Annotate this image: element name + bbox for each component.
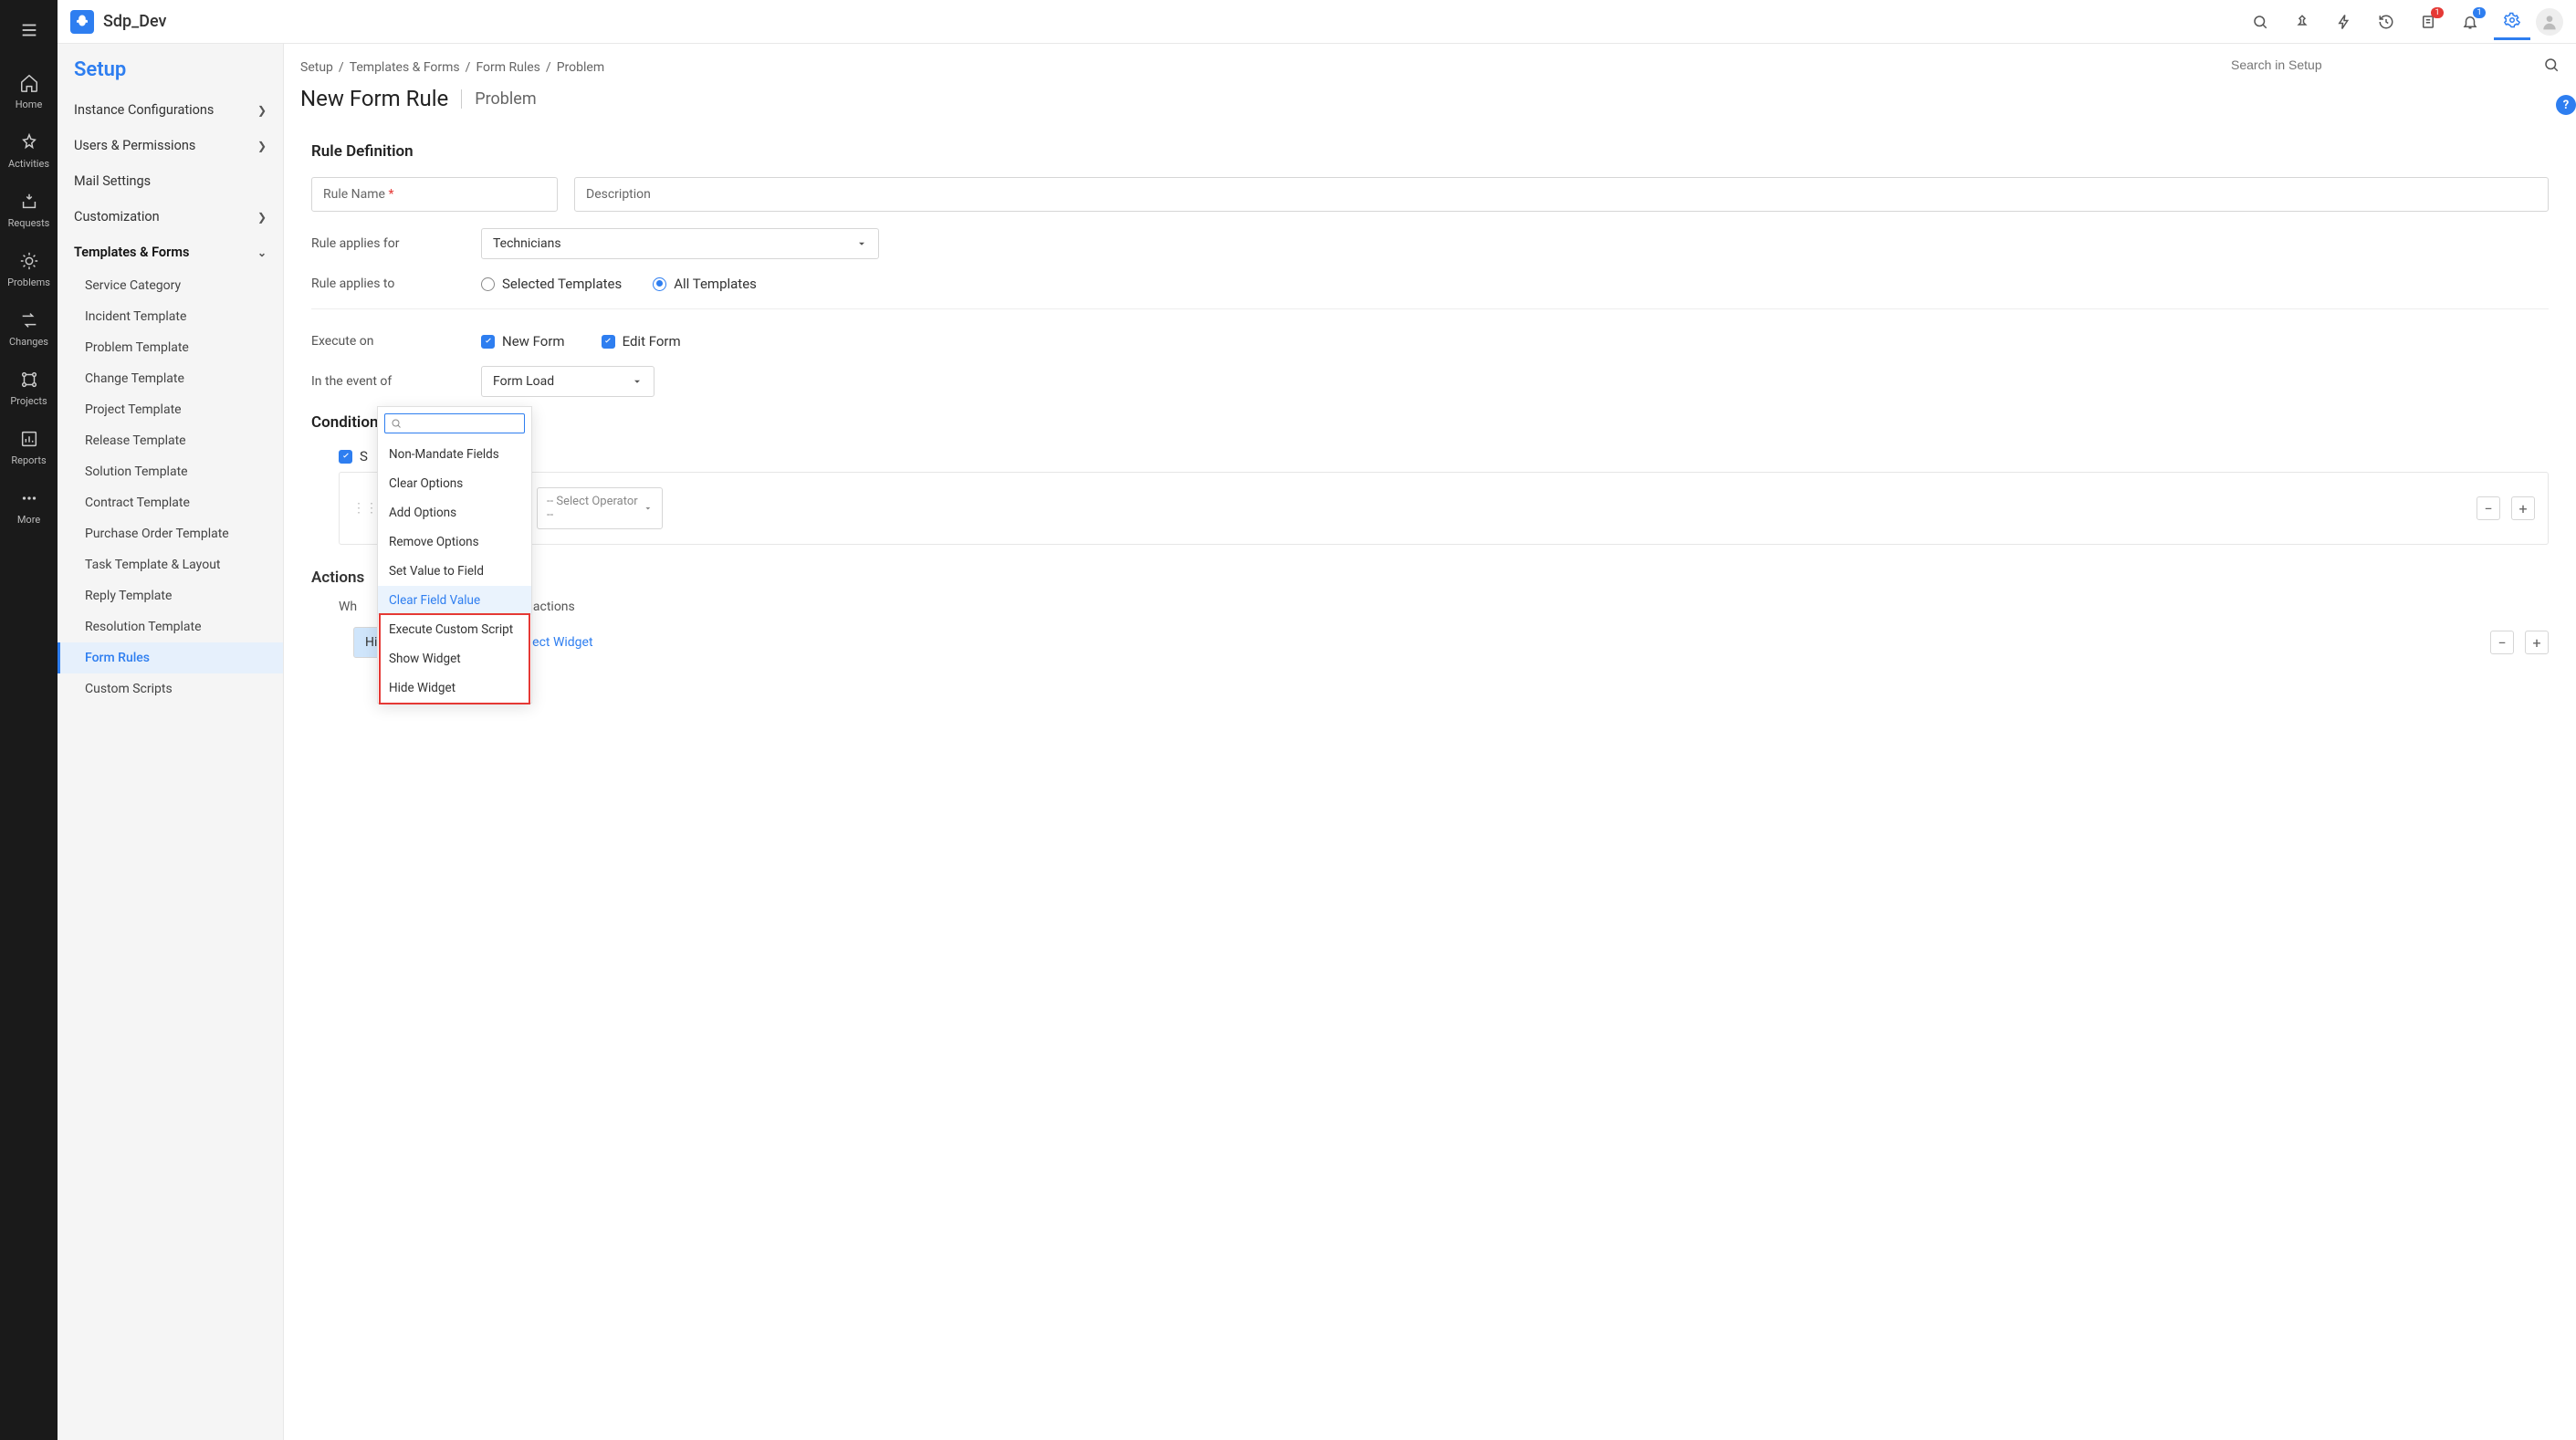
bell-badge: 1 <box>2473 7 2486 18</box>
nav-requests[interactable]: Requests <box>0 181 58 240</box>
checkbox-edit-form[interactable]: Edit Form <box>602 333 681 350</box>
help-button[interactable]: ? <box>2556 95 2576 115</box>
dropdown-item-non-mandate-fields[interactable]: Non-Mandate Fields <box>378 440 531 469</box>
dropdown-item-show-widget[interactable]: Show Widget <box>378 644 531 673</box>
sidebar-sub-task-template-layout[interactable]: Task Template & Layout <box>58 549 283 580</box>
breadcrumb: Setup / Templates & Forms / Form Rules /… <box>300 60 2560 75</box>
remove-action-button[interactable]: − <box>2490 631 2514 654</box>
sidebar-sub-problem-template[interactable]: Problem Template <box>58 332 283 363</box>
sidebar-sub-reply-template[interactable]: Reply Template <box>58 580 283 611</box>
sidebar-sub-project-template[interactable]: Project Template <box>58 394 283 425</box>
search-setup-input[interactable] <box>2231 57 2534 72</box>
dropdown-item-set-value-to-field[interactable]: Set Value to Field <box>378 557 531 586</box>
description-input[interactable]: Description <box>574 177 2549 212</box>
checkbox-condition-set[interactable]: S <box>339 448 368 464</box>
nav-home[interactable]: Home <box>0 62 58 121</box>
conditions-block: ⋮⋮ -- Select Operator -- − + <box>339 472 2549 545</box>
chevron-right-icon: ❯ <box>257 140 267 152</box>
nav-changes[interactable]: Changes <box>0 299 58 359</box>
radio-selected-templates[interactable]: Selected Templates <box>481 276 622 292</box>
action-row: Hide Widget Select Widget − + <box>353 627 2549 658</box>
drag-handle-icon[interactable]: ⋮⋮ <box>352 501 378 516</box>
gear-icon[interactable] <box>2494 4 2530 40</box>
action-dropdown: Non-Mandate FieldsClear OptionsAdd Optio… <box>377 406 532 704</box>
event-label: In the event of <box>311 374 481 389</box>
sidebar-sub-form-rules[interactable]: Form Rules <box>58 642 283 673</box>
brand[interactable]: Sdp_Dev <box>70 10 166 34</box>
rule-name-input[interactable]: Rule Name * <box>311 177 558 212</box>
page-title: New Form Rule Problem <box>300 86 2560 111</box>
nav-activities[interactable]: Activities <box>0 121 58 181</box>
search-icon <box>2543 57 2560 73</box>
pin-icon[interactable] <box>2284 4 2320 40</box>
hamburger-icon[interactable] <box>19 11 39 62</box>
add-action-button[interactable]: + <box>2525 631 2549 654</box>
dropdown-item-clear-field-value[interactable]: Clear Field Value <box>378 586 531 615</box>
operator-select[interactable]: -- Select Operator -- <box>537 487 663 529</box>
dropdown-search[interactable] <box>378 407 531 440</box>
sidebar-customization[interactable]: Customization❯ <box>58 199 283 235</box>
chevron-down-icon <box>644 504 653 513</box>
setup-sidebar: Setup Instance Configurations❯ Users & P… <box>58 44 284 1440</box>
avatar[interactable] <box>2536 8 2563 36</box>
sidebar-sub-purchase-order-template[interactable]: Purchase Order Template <box>58 518 283 549</box>
sidebar-users-permissions[interactable]: Users & Permissions❯ <box>58 128 283 163</box>
radio-all-templates[interactable]: All Templates <box>653 276 757 292</box>
sidebar-sub-release-template[interactable]: Release Template <box>58 425 283 456</box>
condition-row: ⋮⋮ -- Select Operator -- − + <box>340 473 2548 544</box>
dropdown-item-add-options[interactable]: Add Options <box>378 498 531 527</box>
section-actions: Actions <box>311 569 2549 587</box>
sidebar-sub-solution-template[interactable]: Solution Template <box>58 456 283 487</box>
chevron-down-icon <box>632 376 643 387</box>
applies-for-select[interactable]: Technicians <box>481 228 879 259</box>
section-conditions: Condition <box>311 413 2549 432</box>
sidebar-sub-service-category[interactable]: Service Category <box>58 270 283 301</box>
search-setup[interactable] <box>2231 57 2560 73</box>
left-nav: Home Activities Requests Problems Change… <box>0 0 58 1440</box>
nav-reports[interactable]: Reports <box>0 418 58 477</box>
sidebar-mail-settings[interactable]: Mail Settings <box>58 163 283 199</box>
setup-title: Setup <box>58 44 283 92</box>
remove-condition-button[interactable]: − <box>2477 496 2500 520</box>
sidebar-instance-configurations[interactable]: Instance Configurations❯ <box>58 92 283 128</box>
section-rule-definition: Rule Definition <box>311 142 2549 161</box>
dropdown-item-clear-options[interactable]: Clear Options <box>378 469 531 498</box>
chevron-right-icon: ❯ <box>257 211 267 224</box>
main-content: Setup / Templates & Forms / Form Rules /… <box>284 44 2576 1440</box>
actions-description: Whhidden text hidden apply these actions <box>339 600 2549 614</box>
dropdown-item-hide-widget[interactable]: Hide Widget <box>378 673 531 703</box>
brand-icon <box>70 10 94 34</box>
dropdown-item-remove-options[interactable]: Remove Options <box>378 527 531 557</box>
sidebar-templates-forms[interactable]: Templates & Forms⌄ <box>58 235 283 270</box>
bolt-icon[interactable] <box>2326 4 2362 40</box>
nav-projects[interactable]: Projects <box>0 359 58 418</box>
tasks-badge: 1 <box>2431 7 2444 18</box>
tasks-icon[interactable]: 1 <box>2410 4 2446 40</box>
chevron-down-icon: ⌄ <box>257 246 267 259</box>
applies-for-label: Rule applies for <box>311 236 481 251</box>
dropdown-item-execute-custom-script[interactable]: Execute Custom Script <box>378 615 531 644</box>
search-icon[interactable] <box>2242 4 2278 40</box>
sidebar-sub-contract-template[interactable]: Contract Template <box>58 487 283 518</box>
applies-to-label: Rule applies to <box>311 277 481 291</box>
sidebar-sub-incident-template[interactable]: Incident Template <box>58 301 283 332</box>
history-icon[interactable] <box>2368 4 2404 40</box>
bell-icon[interactable]: 1 <box>2452 4 2488 40</box>
sidebar-sub-resolution-template[interactable]: Resolution Template <box>58 611 283 642</box>
nav-problems[interactable]: Problems <box>0 240 58 299</box>
chevron-right-icon: ❯ <box>257 104 267 117</box>
event-select[interactable]: Form Load <box>481 366 654 397</box>
search-icon <box>391 418 402 429</box>
chevron-down-icon <box>856 238 867 249</box>
execute-on-label: Execute on <box>311 334 481 349</box>
add-condition-button[interactable]: + <box>2511 496 2535 520</box>
nav-more[interactable]: More <box>0 477 58 537</box>
checkbox-new-form[interactable]: New Form <box>481 333 565 350</box>
sidebar-sub-custom-scripts[interactable]: Custom Scripts <box>58 673 283 704</box>
topbar: Sdp_Dev 1 1 <box>58 0 2576 44</box>
sidebar-sub-change-template[interactable]: Change Template <box>58 363 283 394</box>
